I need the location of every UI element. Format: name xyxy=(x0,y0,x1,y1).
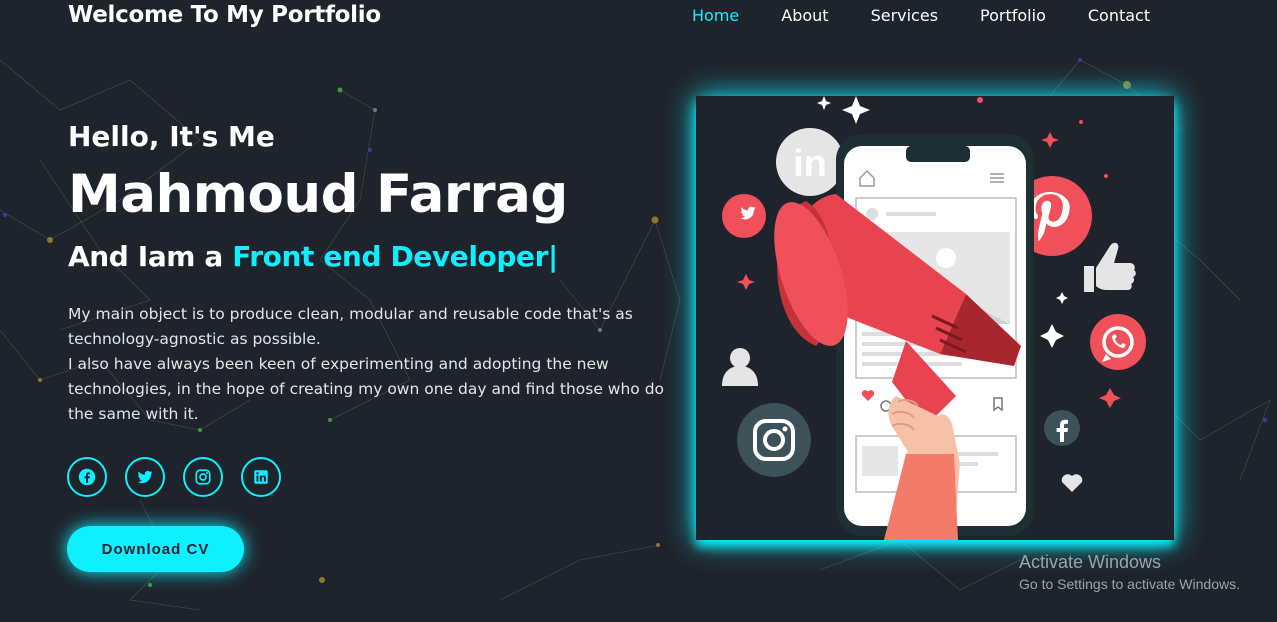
instagram-link[interactable] xyxy=(183,457,223,497)
user-avatar-icon xyxy=(722,348,758,386)
nav-services[interactable]: Services xyxy=(871,6,938,25)
windows-activation-watermark: Activate Windows Go to Settings to activ… xyxy=(1019,552,1240,592)
sparkle-icon xyxy=(817,96,831,110)
sparkle-icon xyxy=(1040,324,1064,348)
facebook-icon xyxy=(78,468,96,486)
sparkle-icon xyxy=(737,274,755,290)
heart-icon xyxy=(1061,474,1083,492)
sparkle-icon xyxy=(1056,292,1068,304)
watermark-subtitle: Go to Settings to activate Windows. xyxy=(1019,576,1240,592)
site-logo[interactable]: Welcome To My Portfolio xyxy=(68,2,381,28)
hero-name: Mahmoud Farrag xyxy=(68,164,568,225)
thumbs-up-icon xyxy=(1084,242,1136,292)
whatsapp-bubble-icon xyxy=(1090,314,1146,370)
facebook-link[interactable] xyxy=(67,457,107,497)
instagram-icon xyxy=(195,469,211,485)
social-links xyxy=(67,457,299,497)
linkedin-icon xyxy=(254,470,268,484)
nav-portfolio[interactable]: Portfolio xyxy=(980,6,1046,25)
nav-home[interactable]: Home xyxy=(692,6,739,25)
instagram-bubble-icon xyxy=(737,403,811,477)
description-paragraph-2: I also have always been keen of experime… xyxy=(68,355,665,423)
nav-about[interactable]: About xyxy=(781,6,828,25)
twitter-icon xyxy=(137,470,153,484)
svg-text:in: in xyxy=(793,143,827,185)
description-paragraph-1: My main object is to produce clean, modu… xyxy=(68,305,633,348)
sparkle-icon xyxy=(1041,132,1059,148)
hero-description: My main object is to produce clean, modu… xyxy=(68,302,688,427)
sparkle-icon xyxy=(842,96,870,124)
site-header: Welcome To My Portfolio Home About Servi… xyxy=(0,0,1277,36)
twitter-link[interactable] xyxy=(125,457,165,497)
role-prefix: And Iam a xyxy=(68,240,223,273)
hero-role: And Iam a Front end Developer| xyxy=(68,240,558,273)
nav-contact[interactable]: Contact xyxy=(1088,6,1150,25)
download-cv-button[interactable]: Download CV xyxy=(67,526,244,572)
main-nav: Home About Services Portfolio Contact xyxy=(692,6,1192,25)
marketing-megaphone-illustration: in xyxy=(722,96,1146,540)
hero-greeting: Hello, It's Me xyxy=(68,120,275,153)
watermark-title: Activate Windows xyxy=(1019,552,1162,572)
hero-illustration: in xyxy=(696,96,1174,540)
role-highlight: Front end Developer xyxy=(232,240,549,273)
linkedin-link[interactable] xyxy=(241,457,281,497)
sparkle-icon xyxy=(1099,388,1121,408)
typing-caret: | xyxy=(548,240,558,273)
